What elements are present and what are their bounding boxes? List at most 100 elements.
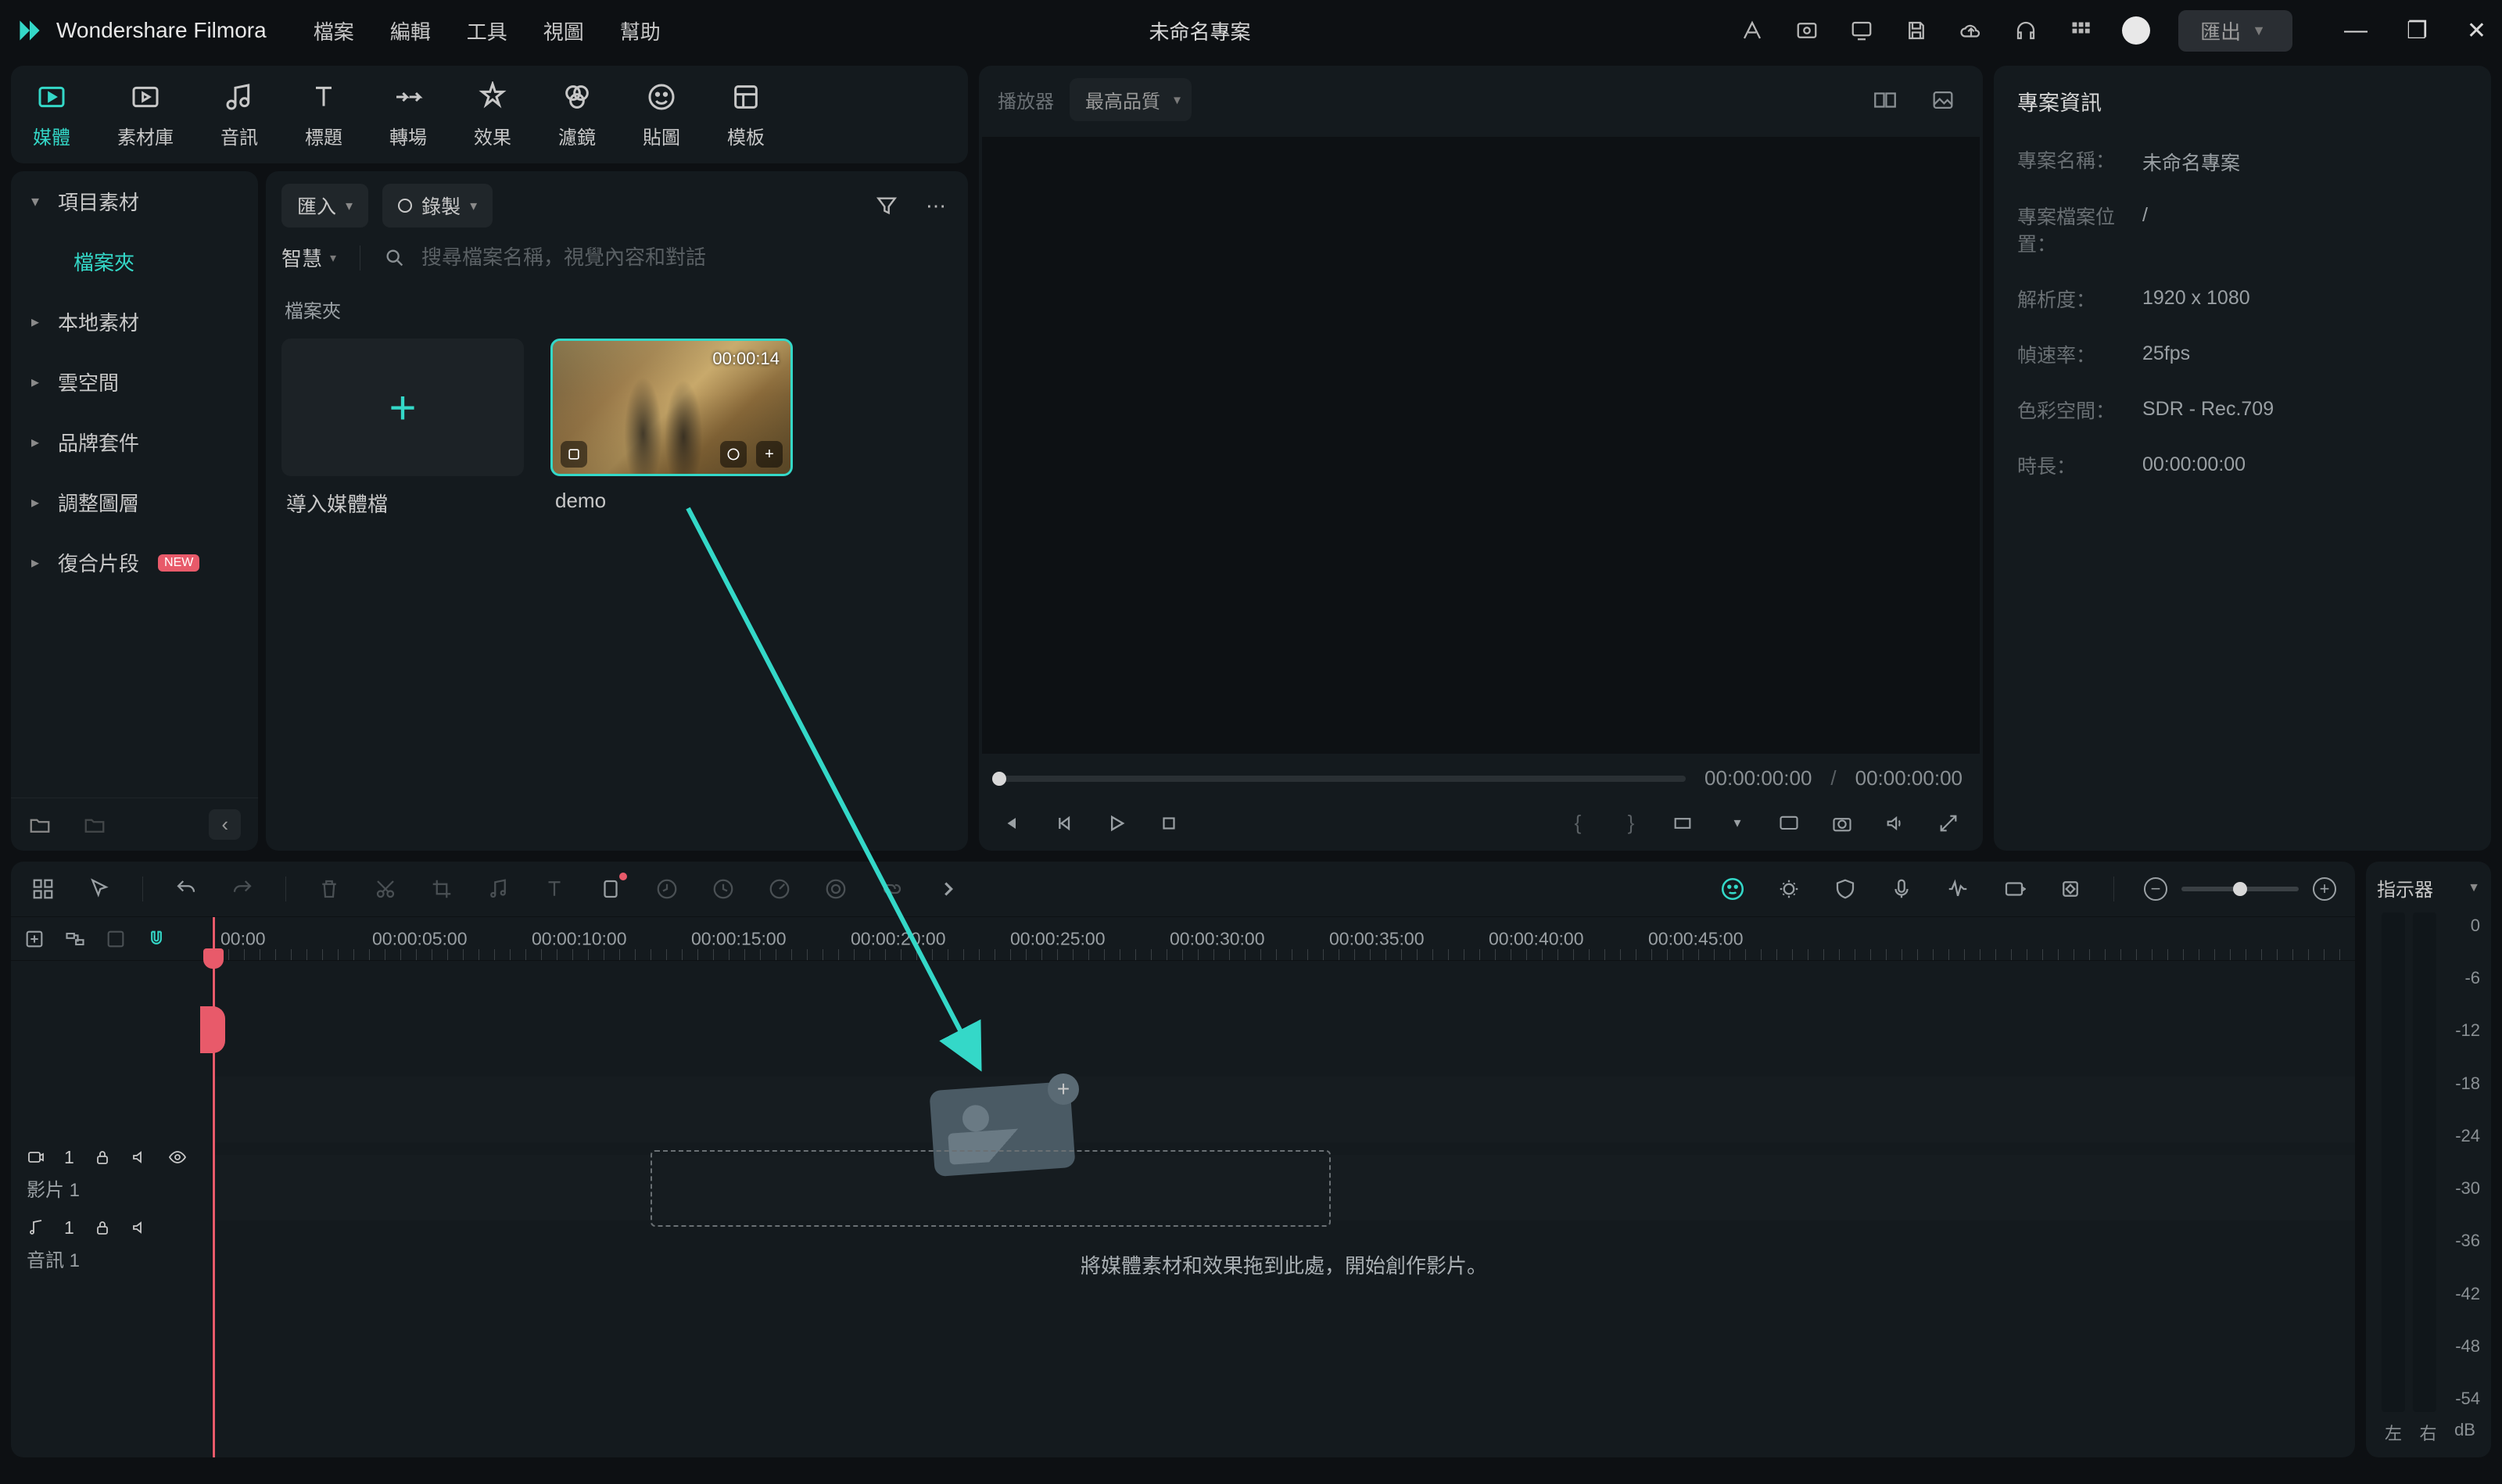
chevron-down-icon[interactable]: ▼	[2468, 881, 2480, 895]
tool-tab-filter[interactable]: 濾鏡	[558, 80, 596, 149]
record-screen-icon[interactable]	[1794, 17, 1820, 44]
ai-face-icon[interactable]	[1719, 876, 1746, 902]
tool-tab-media[interactable]: 媒體	[33, 80, 70, 149]
sidebar-item-folder[interactable]: 檔案夾	[11, 231, 258, 292]
export-button[interactable]: 匯出 ▼	[2178, 10, 2292, 52]
snapshot-icon[interactable]	[1831, 812, 1856, 834]
add-track-icon[interactable]	[23, 928, 45, 950]
playhead[interactable]	[213, 917, 215, 1457]
cursor-icon[interactable]	[86, 876, 113, 902]
enhance-icon[interactable]	[1776, 876, 1802, 902]
lock-icon[interactable]	[93, 1148, 112, 1167]
desktop-icon[interactable]	[1848, 17, 1875, 44]
headphones-icon[interactable]	[2013, 17, 2039, 44]
audio-wave-icon[interactable]	[1945, 876, 1971, 902]
new-folder-icon[interactable]	[28, 813, 52, 837]
clip-add-icon[interactable]: +	[756, 441, 783, 468]
mute-icon[interactable]	[131, 1218, 149, 1237]
layout-icon[interactable]	[30, 876, 56, 902]
window-minimize-button[interactable]: —	[2344, 17, 2368, 45]
menu-file[interactable]: 檔案	[314, 16, 354, 45]
scrubber-thumb[interactable]	[992, 772, 1006, 786]
link-tracks-icon[interactable]	[64, 928, 86, 950]
image-view-icon[interactable]	[1922, 82, 1964, 118]
chevron-down-icon: ▾	[31, 192, 47, 211]
media-clip-demo[interactable]: 00:00:14 +	[550, 339, 793, 476]
menu-edit[interactable]: 編輯	[390, 16, 431, 45]
chevron-down-icon[interactable]: ▾	[1725, 815, 1750, 831]
share-icon[interactable]	[1739, 17, 1765, 44]
tool-tab-sticker[interactable]: 貼圖	[643, 80, 680, 149]
prev-frame-icon[interactable]	[999, 812, 1024, 834]
more-icon[interactable]: ⋯	[919, 188, 952, 224]
stop-icon[interactable]	[1159, 813, 1184, 833]
cloud-icon[interactable]	[1958, 17, 1984, 44]
fullscreen-icon[interactable]	[1778, 812, 1803, 834]
ratio-icon[interactable]	[1672, 812, 1697, 834]
search-icon[interactable]	[384, 247, 406, 269]
window-close-button[interactable]: ✕	[2467, 17, 2486, 45]
timeline-ruler[interactable]: 00:00 00:00:05:00 00:00:10:00 00:00:15:0…	[213, 917, 2355, 961]
user-avatar[interactable]	[2122, 16, 2150, 45]
more-tools-icon[interactable]	[935, 876, 962, 902]
clip-effect-icon[interactable]	[720, 441, 747, 468]
menu-help[interactable]: 幫助	[620, 16, 661, 45]
magnet-icon[interactable]	[145, 928, 167, 950]
mark-in-icon[interactable]: {	[1565, 811, 1590, 835]
marker-icon[interactable]	[597, 876, 624, 902]
keyframe-add-icon[interactable]	[2001, 876, 2027, 902]
sidebar-item-project[interactable]: ▾項目素材	[11, 171, 258, 231]
shield-icon[interactable]	[1832, 876, 1859, 902]
record-dropdown[interactable]: 錄製▾	[382, 184, 493, 228]
tool-tab-title[interactable]: 標題	[305, 80, 342, 149]
mark-out-icon[interactable]: }	[1618, 811, 1644, 835]
undo-icon[interactable]	[173, 876, 199, 902]
tool-tab-effect[interactable]: 效果	[474, 80, 511, 149]
smart-dropdown[interactable]: 智慧▾	[281, 243, 336, 272]
tool-tab-template[interactable]: 模板	[727, 80, 765, 149]
tool-tab-stock[interactable]: 素材庫	[117, 80, 174, 149]
search-input[interactable]	[421, 246, 952, 270]
timeline-tracks-area[interactable]: + 將媒體素材和效果拖到此處，開始創作影片。	[213, 961, 2355, 1457]
zoom-out-button[interactable]: −	[2144, 877, 2167, 901]
sidebar-item-adjust[interactable]: ▸調整圖層	[11, 472, 258, 532]
lock-icon[interactable]	[93, 1218, 112, 1237]
menu-view[interactable]: 視圖	[543, 16, 584, 45]
clip-trim-icon[interactable]	[561, 441, 587, 468]
sidebar-item-compound[interactable]: ▸復合片段NEW	[11, 532, 258, 593]
scrubber[interactable]	[999, 776, 1686, 782]
save-icon[interactable]	[1903, 17, 1930, 44]
keyframe-icon[interactable]	[2057, 876, 2084, 902]
mute-icon[interactable]	[131, 1148, 149, 1167]
collapse-sidebar-button[interactable]: ‹	[209, 809, 241, 840]
window-maximize-button[interactable]: ❐	[2407, 17, 2428, 45]
video-track-label[interactable]: 1 影片 1	[27, 1147, 196, 1202]
sidebar-item-cloud[interactable]: ▸雲空間	[11, 352, 258, 412]
tool-tab-transition[interactable]: 轉場	[389, 80, 427, 149]
play-icon[interactable]	[1106, 812, 1131, 834]
volume-icon[interactable]	[1884, 812, 1909, 834]
folder-icon[interactable]	[83, 813, 106, 837]
zoom-thumb[interactable]	[2233, 882, 2247, 896]
import-media-card[interactable]: +	[281, 339, 524, 476]
import-dropdown[interactable]: 匯入▾	[281, 184, 368, 228]
tool-tab-audio[interactable]: 音訊	[220, 80, 258, 149]
zoom-slider: − +	[2144, 877, 2336, 901]
sidebar-item-local[interactable]: ▸本地素材	[11, 292, 258, 352]
menu-tools[interactable]: 工具	[467, 16, 507, 45]
quality-dropdown[interactable]: 最高品質	[1070, 78, 1192, 121]
eye-icon[interactable]	[168, 1148, 187, 1167]
sidebar-item-brand[interactable]: ▸品牌套件	[11, 412, 258, 472]
zoom-track[interactable]	[2181, 887, 2299, 891]
compare-view-icon[interactable]	[1864, 82, 1906, 118]
step-back-icon[interactable]	[1052, 812, 1077, 834]
mic-icon[interactable]	[1888, 876, 1915, 902]
zoom-in-button[interactable]: +	[2313, 877, 2336, 901]
expand-icon[interactable]	[1937, 812, 1963, 834]
drop-zone[interactable]	[651, 1150, 1331, 1227]
player-canvas[interactable]	[982, 137, 1980, 754]
filter-icon[interactable]	[868, 187, 905, 224]
audio-meters-panel: 指示器 ▼ 0-6-12-18-24-30-36-42-48-54 左 右 dB	[2366, 862, 2491, 1457]
audio-track-label[interactable]: 1 音訊 1	[27, 1217, 196, 1272]
apps-grid-icon[interactable]	[2067, 17, 2094, 44]
